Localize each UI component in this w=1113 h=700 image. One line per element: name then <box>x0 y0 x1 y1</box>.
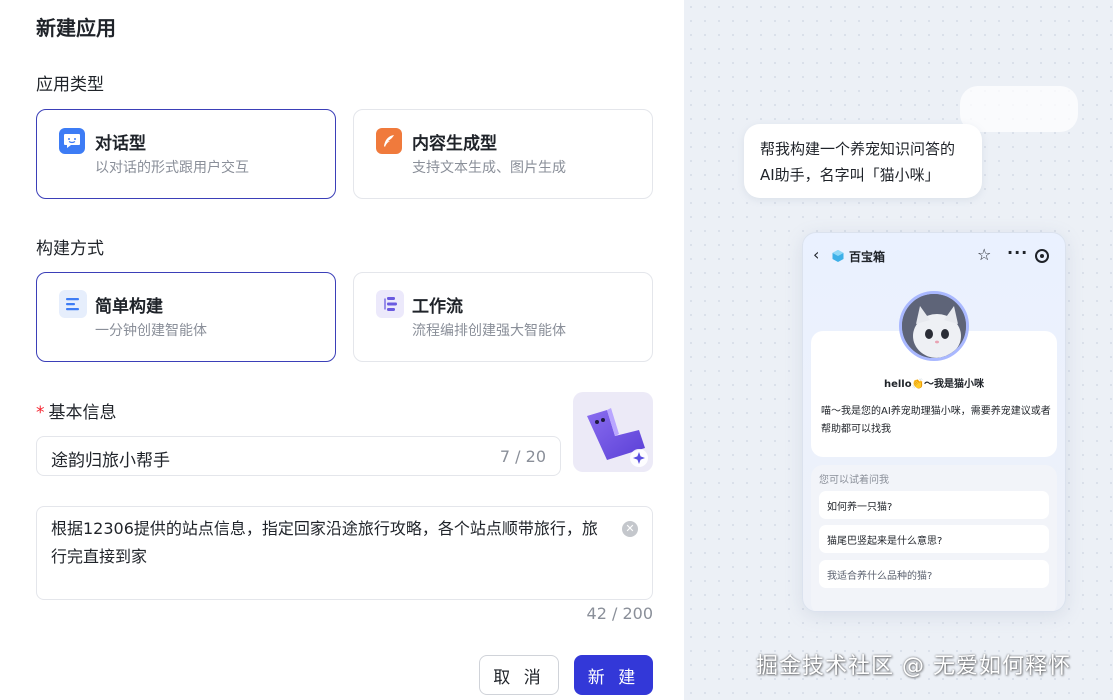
watermark: 掘金技术社区 @ 无爱如何释怀 <box>756 654 1071 679</box>
app-avatar-image <box>587 408 648 467</box>
card-title: 简单构建 <box>95 297 163 317</box>
record-icon <box>1035 249 1049 263</box>
prompt-bubble: 帮我构建一个养宠知识问答的AI助手，名字叫「猫小咪」 <box>744 124 982 198</box>
cancel-button[interactable]: 取 消 <box>479 655 559 695</box>
app-type-label: 应用类型 <box>36 75 104 95</box>
page-title: 新建应用 <box>36 16 116 40</box>
card-desc: 以对话的形式跟用户交互 <box>95 160 249 176</box>
feather-icon <box>376 128 402 154</box>
app-name-counter: 7 / 20 <box>499 447 546 466</box>
app-type-content-card[interactable]: 内容生成型 支持文本生成、图片生成 <box>353 109 653 199</box>
suggestion-item[interactable]: 如何养一只猫? <box>819 491 1049 519</box>
app-avatar-picker[interactable] <box>573 392 653 472</box>
suggestions-heading: 您可以试着问我 <box>819 475 889 486</box>
description-counter: 42 / 200 <box>586 604 653 623</box>
app-name-input[interactable]: 途韵归旅小帮手 7 / 20 <box>36 436 561 476</box>
basic-info-label: * 基本信息 <box>36 398 117 423</box>
clear-icon[interactable]: ✕ <box>622 521 638 537</box>
decorative-bubble <box>960 86 1078 132</box>
lines-icon <box>59 290 87 318</box>
intro-text: 喵～我是您的AI养宠助理猫小咪，需要养宠建议或者帮助都可以找我 <box>821 406 1051 435</box>
suggestion-item[interactable]: 猫尾巴竖起来是什么意思? <box>819 525 1049 553</box>
back-icon: ‹ <box>813 245 820 264</box>
phone-preview: ‹ 百宝箱 ☆ ··· hello👏～我是猫小咪 喵～我是您的AI养宠助理猫小咪… <box>802 232 1066 612</box>
workflow-icon <box>376 290 404 318</box>
app-name-value: 途韵归旅小帮手 <box>51 451 170 471</box>
app-description-textarea[interactable]: 根据12306提供的站点信息，指定回家沿途旅行攻略，各个站点顺带旅行，旅行完直接… <box>36 506 653 600</box>
greeting-text: hello👏～我是猫小咪 <box>883 379 985 390</box>
phone-header: ‹ 百宝箱 ☆ ··· <box>803 233 1065 279</box>
build-mode-workflow-card[interactable]: 工作流 流程编排创建强大智能体 <box>353 272 653 362</box>
card-desc: 流程编排创建强大智能体 <box>412 323 566 339</box>
preview-panel: 帮我构建一个养宠知识问答的AI助手，名字叫「猫小咪」 ‹ 百宝箱 ☆ ··· h… <box>684 0 1113 700</box>
basic-info-text: 基本信息 <box>48 403 117 423</box>
cat-avatar <box>899 291 969 361</box>
build-mode-label: 构建方式 <box>36 239 104 259</box>
card-desc: 一分钟创建智能体 <box>95 323 207 339</box>
card-title: 内容生成型 <box>412 134 497 154</box>
prompt-text: 帮我构建一个养宠知识问答的AI助手，名字叫「猫小咪」 <box>760 140 956 184</box>
more-icon: ··· <box>1007 243 1029 262</box>
app-description-value: 根据12306提供的站点信息，指定回家沿途旅行攻略，各个站点顺带旅行，旅行完直接… <box>51 519 598 566</box>
card-title: 对话型 <box>95 134 146 154</box>
chat-icon <box>59 128 85 154</box>
build-mode-simple-card[interactable]: 简单构建 一分钟创建智能体 <box>36 272 336 362</box>
create-button[interactable]: 新 建 <box>574 655 653 695</box>
phone-title: 百宝箱 <box>849 250 886 264</box>
app-type-chat-card[interactable]: 对话型 以对话的形式跟用户交互 <box>36 109 336 199</box>
required-mark: * <box>36 403 45 423</box>
star-icon: ☆ <box>977 245 992 264</box>
create-app-form: 新建应用 应用类型 对话型 以对话的形式跟用户交互 内容生成型 支持文本生成、图… <box>0 0 684 700</box>
suggestion-item[interactable]: 我适合养什么品种的猫? <box>819 560 1049 588</box>
card-desc: 支持文本生成、图片生成 <box>412 160 566 176</box>
app-logo-icon <box>832 250 844 262</box>
card-title: 工作流 <box>412 297 463 317</box>
